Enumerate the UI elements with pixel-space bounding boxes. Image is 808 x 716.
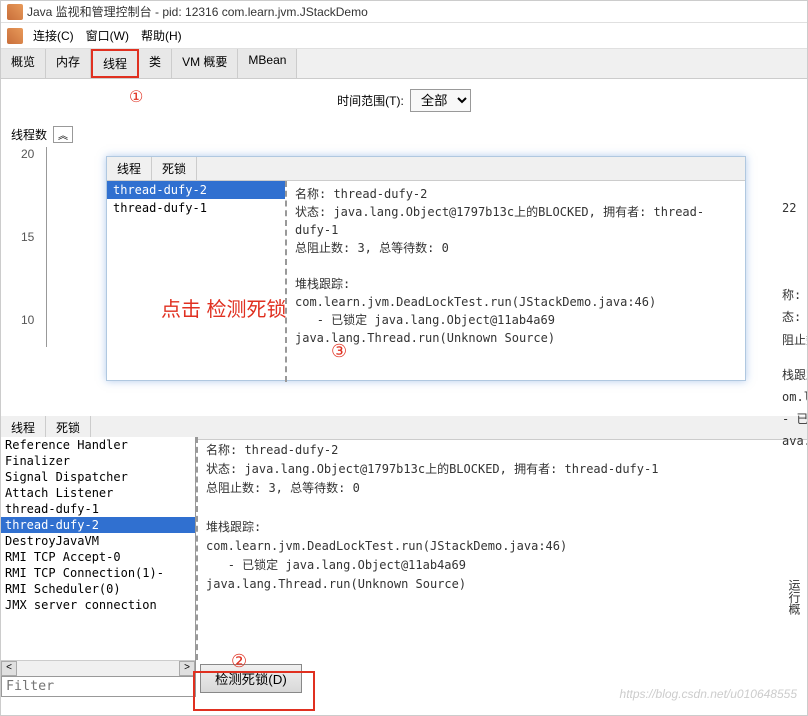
- y-15: 15: [21, 230, 34, 244]
- window-title: Java 监视和管理控制台 - pid: 12316 com.learn.jvm…: [27, 3, 368, 20]
- popup-details: 名称: thread-dufy-2 状态: java.lang.Object@1…: [287, 181, 745, 382]
- tab-vmsummary[interactable]: VM 概要: [172, 49, 238, 78]
- lower-body: Reference HandlerFinalizerSignal Dispatc…: [1, 437, 807, 697]
- thread-item[interactable]: RMI Scheduler(0): [1, 581, 195, 597]
- highlight-box-2: [193, 671, 315, 711]
- menu-help[interactable]: 帮助(H): [135, 25, 188, 46]
- thread-item[interactable]: Attach Listener: [1, 485, 195, 501]
- thread-count-label: 线程数: [11, 126, 47, 143]
- thread-details: 名称: thread-dufy-2 状态: java.lang.Object@1…: [196, 437, 807, 660]
- popup-tab-deadlock[interactable]: 死锁: [152, 157, 197, 180]
- popup-body: thread-dufy-2 thread-dufy-1 名称: thread-d…: [107, 181, 745, 382]
- tab-threads[interactable]: 线程: [91, 49, 139, 78]
- thread-count-header: 线程数 ︽: [1, 122, 807, 147]
- axis-line: [46, 147, 47, 347]
- filter-input[interactable]: [1, 676, 195, 697]
- scroll-track[interactable]: [17, 661, 179, 676]
- annotation-text: 点击 检测死锁: [161, 296, 287, 324]
- thread-item[interactable]: Finalizer: [1, 453, 195, 469]
- main-tabs: 概览 内存 线程 类 VM 概要 MBean: [1, 49, 807, 79]
- watermark: https://blog.csdn.net/u010648555: [620, 687, 797, 701]
- thread-item[interactable]: RMI TCP Accept-0: [1, 549, 195, 565]
- app-icon: [7, 28, 23, 44]
- side-label: 运行概: [786, 579, 803, 615]
- scroll-left-icon[interactable]: <: [1, 661, 17, 676]
- title-bar: Java 监视和管理控制台 - pid: 12316 com.learn.jvm…: [1, 1, 807, 23]
- java-icon: [7, 4, 23, 20]
- thread-item[interactable]: DestroyJavaVM: [1, 533, 195, 549]
- time-range-label: 时间范围(T):: [337, 92, 404, 109]
- annotation-2: ②: [231, 651, 247, 672]
- menu-bar: 连接(C) 窗口(W) 帮助(H): [1, 23, 807, 49]
- thread-list[interactable]: Reference HandlerFinalizerSignal Dispatc…: [1, 437, 195, 660]
- thread-item[interactable]: JMX server connection: [1, 597, 195, 613]
- time-range-row: 时间范围(T): 全部: [1, 79, 807, 122]
- menu-window[interactable]: 窗口(W): [80, 25, 135, 46]
- popup-tab-threads[interactable]: 线程: [107, 157, 152, 180]
- thread-item[interactable]: Signal Dispatcher: [1, 469, 195, 485]
- popup-thread-list: thread-dufy-2 thread-dufy-1: [107, 181, 287, 382]
- thread-item[interactable]: Reference Handler: [1, 437, 195, 453]
- thread-item[interactable]: thread-dufy-1: [1, 501, 195, 517]
- thread-item[interactable]: RMI TCP Connection(1)-: [1, 565, 195, 581]
- lower-right-panel: 名称: thread-dufy-2 状态: java.lang.Object@1…: [196, 437, 807, 697]
- tab-mbean[interactable]: MBean: [238, 49, 297, 78]
- thread-item[interactable]: thread-dufy-2: [1, 517, 195, 533]
- y-axis: 20 15 10: [21, 147, 34, 327]
- right-overflow: 22 称: th 态: ja 阻止数 栈跟踪 om.lear - 已锁 ava.…: [782, 196, 807, 452]
- menu-connect[interactable]: 连接(C): [27, 25, 80, 46]
- time-range-select[interactable]: 全部: [410, 89, 471, 112]
- annotation-3: ③: [331, 341, 347, 362]
- hscrollbar[interactable]: < >: [1, 660, 195, 676]
- lower-tab-deadlock[interactable]: 死锁: [46, 416, 91, 439]
- popup-tabs: 线程 死锁: [107, 157, 745, 181]
- popup-thread-0[interactable]: thread-dufy-2: [107, 181, 285, 199]
- lower-left-panel: Reference HandlerFinalizerSignal Dispatc…: [1, 437, 196, 697]
- main-window: Java 监视和管理控制台 - pid: 12316 com.learn.jvm…: [0, 0, 808, 716]
- tab-overview[interactable]: 概览: [1, 49, 46, 78]
- tab-classes[interactable]: 类: [139, 49, 172, 78]
- y-10: 10: [21, 313, 34, 327]
- lower-tab-threads[interactable]: 线程: [1, 416, 46, 439]
- popup-thread-1[interactable]: thread-dufy-1: [107, 199, 285, 217]
- deadlock-popup: 线程 死锁 thread-dufy-2 thread-dufy-1 名称: th…: [106, 156, 746, 381]
- y-20: 20: [21, 147, 34, 161]
- expand-button[interactable]: ︽: [53, 126, 73, 143]
- annotation-1: ①: [129, 87, 143, 107]
- tab-memory[interactable]: 内存: [46, 49, 91, 78]
